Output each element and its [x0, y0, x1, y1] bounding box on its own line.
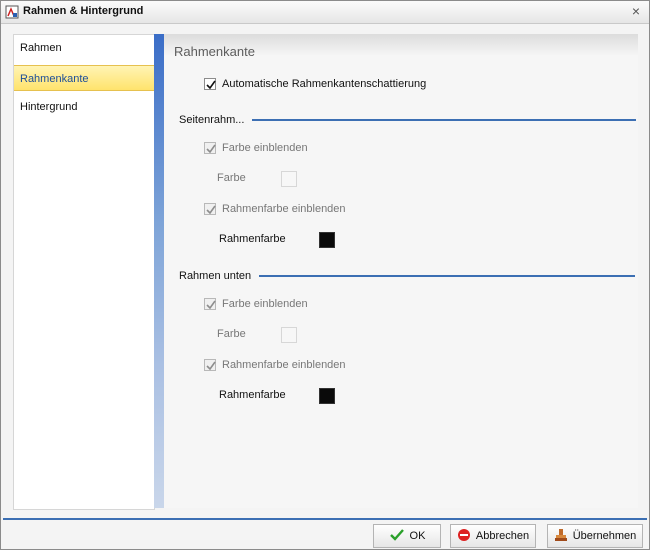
sidebar-item-label: Rahmen — [20, 42, 62, 54]
frame-color-row-2: Rahmenfarbe — [219, 389, 286, 401]
sidebar-item-label: Hintergrund — [20, 101, 78, 113]
cancel-icon — [457, 528, 471, 545]
ok-label: OK — [409, 530, 426, 542]
page-title: Rahmenkante — [174, 44, 255, 59]
panel-divider — [154, 34, 164, 508]
color-row-2: Farbe — [217, 328, 246, 340]
color-picker-swatch[interactable] — [281, 327, 297, 343]
show-color-row-2[interactable]: Farbe einblenden — [204, 298, 308, 310]
color-row-1: Farbe — [217, 172, 246, 184]
ok-button[interactable]: OK — [373, 524, 441, 548]
show-frame-color-label: Rahmenfarbe einblenden — [222, 359, 346, 371]
footer-divider — [3, 518, 647, 520]
sidebar-item-rahmen[interactable]: Rahmen — [14, 35, 154, 61]
apply-button[interactable]: Übernehmen — [547, 524, 643, 548]
title-bar[interactable]: Rahmen & Hintergrund × — [1, 1, 649, 24]
show-color-row-1[interactable]: Farbe einblenden — [204, 142, 308, 154]
show-frame-color-checkbox[interactable] — [204, 359, 216, 371]
auto-shading-label: Automatische Rahmenkantenschattierung — [222, 78, 427, 90]
frame-color-swatch[interactable] — [319, 232, 335, 248]
section-rahmen-unten: Rahmen unten — [179, 270, 636, 282]
show-color-checkbox[interactable] — [204, 298, 216, 310]
show-frame-color-checkbox[interactable] — [204, 203, 216, 215]
section-title: Seitenrahm... — [179, 114, 245, 126]
color-label: Farbe — [217, 172, 246, 184]
show-color-label: Farbe einblenden — [222, 298, 308, 310]
color-picker-swatch[interactable] — [281, 171, 297, 187]
section-divider — [259, 275, 636, 277]
show-frame-color-row-1[interactable]: Rahmenfarbe einblenden — [204, 203, 346, 215]
section-divider — [252, 119, 637, 121]
frame-color-label: Rahmenfarbe — [219, 233, 286, 245]
auto-shading-row[interactable]: Automatische Rahmenkantenschattierung — [204, 78, 426, 90]
sidebar-item-rahmenkante[interactable]: Rahmenkante — [14, 65, 154, 91]
show-frame-color-row-2[interactable]: Rahmenfarbe einblenden — [204, 359, 346, 371]
dialog-window: Rahmen & Hintergrund × Rahmen Rahmenkant… — [0, 0, 650, 550]
show-color-checkbox[interactable] — [204, 142, 216, 154]
sidebar-item-hintergrund[interactable]: Hintergrund — [14, 94, 154, 120]
cancel-label: Abbrechen — [475, 530, 530, 542]
cancel-button[interactable]: Abbrechen — [450, 524, 536, 548]
close-icon[interactable]: × — [629, 4, 643, 18]
window-title: Rahmen & Hintergrund — [23, 5, 144, 17]
auto-shading-checkbox[interactable] — [204, 78, 216, 90]
section-seitenrahmen: Seitenrahm... — [179, 114, 637, 126]
show-color-label: Farbe einblenden — [222, 142, 308, 154]
frame-color-row-1: Rahmenfarbe — [219, 233, 286, 245]
apply-label: Übernehmen — [572, 530, 637, 542]
sidebar-item-label: Rahmenkante — [20, 73, 89, 85]
check-icon — [389, 528, 405, 545]
frame-color-label: Rahmenfarbe — [219, 389, 286, 401]
frame-color-swatch[interactable] — [319, 388, 335, 404]
content-panel: Rahmenkante Automatische Rahmenkantensch… — [164, 34, 638, 508]
color-label: Farbe — [217, 328, 246, 340]
app-icon — [5, 5, 19, 19]
show-frame-color-label: Rahmenfarbe einblenden — [222, 203, 346, 215]
stamp-icon — [554, 528, 568, 545]
section-title: Rahmen unten — [179, 270, 252, 282]
sidebar-nav: Rahmen Rahmenkante Hintergrund — [13, 34, 155, 510]
